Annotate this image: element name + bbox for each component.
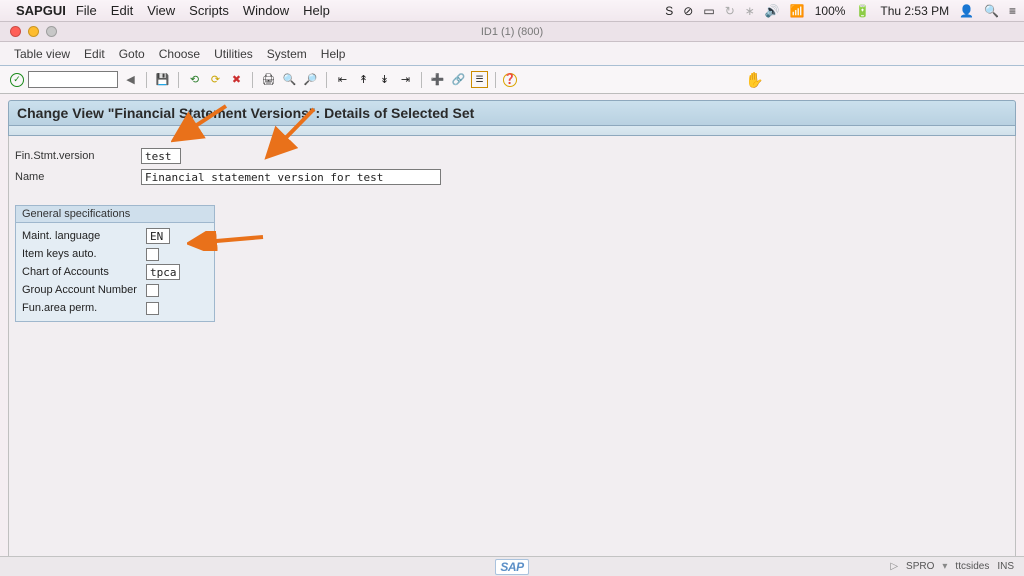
mac-menu-view[interactable]: View (147, 3, 175, 18)
back-icon[interactable]: ⟲ (186, 71, 203, 88)
hand-cursor-icon: ✋ (745, 71, 764, 89)
fin-stmt-version-label: Fin.Stmt.version (15, 150, 141, 162)
command-field[interactable] (28, 71, 118, 88)
sap-menu-edit[interactable]: Edit (84, 47, 105, 61)
zoom-window-icon[interactable] (46, 26, 57, 37)
sap-menu-tableview[interactable]: Table view (14, 47, 70, 61)
general-specifications-group: General specifications Maint. language E… (15, 205, 215, 322)
fun-area-perm-checkbox[interactable] (146, 302, 159, 315)
user-icon[interactable]: 👤 (959, 4, 974, 18)
mac-status-area: S ⊘ ▭ ↻ ∗ 🔊 📶 100% 🔋 Thu 2:53 PM 👤 🔍 ≡ (665, 4, 1016, 18)
sap-logo-icon: SAP (495, 559, 528, 575)
chart-of-accounts-input[interactable]: tpca (146, 264, 180, 280)
sap-menu-utilities[interactable]: Utilities (214, 47, 253, 61)
battery-icon[interactable]: 🔋 (855, 4, 870, 18)
item-keys-auto-label: Item keys auto. (22, 248, 146, 260)
name-input[interactable]: Financial statement version for test (141, 169, 441, 185)
exit-icon[interactable]: ⟳ (207, 71, 224, 88)
spotlight-icon[interactable]: 🔍 (984, 4, 999, 18)
status-session: ttcsides (955, 561, 989, 572)
cancel-icon[interactable]: ✖ (228, 71, 245, 88)
last-page-icon[interactable]: ⇥ (397, 71, 414, 88)
layout-icon[interactable]: ☰ (471, 71, 488, 88)
print-icon[interactable]: 🖨 (260, 71, 277, 88)
fin-stmt-version-input[interactable]: test (141, 148, 181, 164)
status-tcode: SPRO (906, 561, 934, 572)
find-icon[interactable]: 🔍 (281, 71, 298, 88)
sap-menu-system[interactable]: System (267, 47, 307, 61)
item-keys-auto-checkbox[interactable] (146, 248, 159, 261)
menu-icon[interactable]: ≡ (1009, 4, 1016, 18)
first-page-icon[interactable]: ⇤ (334, 71, 351, 88)
volume-icon[interactable]: 🔊 (765, 4, 780, 18)
find-next-icon[interactable]: 🔎 (302, 71, 319, 88)
mac-menu-help[interactable]: Help (303, 3, 330, 18)
shortcut-icon[interactable]: 🔗 (450, 71, 467, 88)
enter-icon[interactable]: ✓ (10, 73, 24, 87)
group-account-number-label: Group Account Number (22, 284, 146, 296)
clock[interactable]: Thu 2:53 PM (880, 4, 949, 18)
mac-menu-window[interactable]: Window (243, 3, 289, 18)
bluetooth-icon[interactable]: ∗ (745, 4, 755, 18)
fun-area-perm-label: Fun.area perm. (22, 302, 146, 314)
sync-icon[interactable]: S (665, 4, 673, 18)
page-title: Change View "Financial Statement Version… (8, 100, 1016, 126)
group-account-number-checkbox[interactable] (146, 284, 159, 297)
mac-menu-edit[interactable]: Edit (111, 3, 133, 18)
new-session-icon[interactable]: ➕ (429, 71, 446, 88)
sap-menu-goto[interactable]: Goto (119, 47, 145, 61)
close-window-icon[interactable] (10, 26, 21, 37)
help-icon[interactable]: ❓ (503, 73, 517, 87)
sub-title-band (8, 126, 1016, 136)
name-label: Name (15, 171, 141, 183)
history-icon[interactable]: ◀ (122, 71, 139, 88)
maint-language-input[interactable]: EN (146, 228, 170, 244)
prev-page-icon[interactable]: ↟ (355, 71, 372, 88)
mac-menu-file[interactable]: File (76, 3, 97, 18)
battery-text[interactable]: 100% (815, 4, 846, 18)
wifi-icon[interactable]: 📶 (790, 4, 805, 18)
sap-menu-help[interactable]: Help (321, 47, 346, 61)
app-name[interactable]: SAPGUI (16, 3, 66, 18)
status-nav-icon[interactable]: ▷ (890, 561, 898, 572)
minimize-window-icon[interactable] (28, 26, 39, 37)
status-ins-mode: INS (997, 561, 1014, 572)
window-title: ID1 (1) (800) (481, 26, 543, 38)
dnd-icon[interactable]: ⊘ (683, 4, 693, 18)
group-title: General specifications (16, 206, 214, 223)
maint-language-label: Maint. language (22, 230, 146, 242)
sap-menu-choose[interactable]: Choose (159, 47, 200, 61)
chart-of-accounts-label: Chart of Accounts (22, 266, 146, 278)
mac-menu-scripts[interactable]: Scripts (189, 3, 229, 18)
display-icon[interactable]: ▭ (703, 4, 714, 18)
status-dropdown-icon[interactable]: ▾ (942, 561, 947, 572)
next-page-icon[interactable]: ↡ (376, 71, 393, 88)
sync2-icon[interactable]: ↻ (725, 4, 735, 18)
save-icon[interactable]: 💾 (154, 71, 171, 88)
